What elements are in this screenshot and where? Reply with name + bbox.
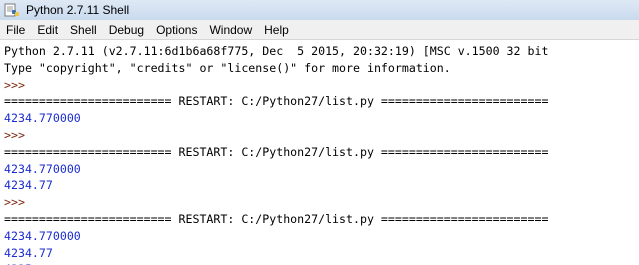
console-line-restart: ======================== RESTART: C:/Pyt…: [4, 144, 549, 159]
console-line-output: 4234.770000: [4, 161, 81, 176]
idle-shell-window: Python 2.7.11 Shell File Edit Shell Debu…: [0, 0, 639, 265]
menu-options[interactable]: Options: [150, 20, 203, 40]
console-line-output: 4235: [4, 261, 639, 265]
console-line-output: 4234.770000: [4, 228, 81, 243]
console-line-output: 4234.770000: [4, 111, 81, 126]
title-bar[interactable]: Python 2.7.11 Shell: [0, 0, 639, 20]
console-line-banner: Python 2.7.11 (v2.7.11:6d1b6a68f775, Dec…: [4, 44, 549, 58]
console-line-prompt: >>>: [4, 77, 25, 92]
menu-debug[interactable]: Debug: [103, 20, 150, 40]
console-line-prompt: >>>: [4, 195, 25, 210]
console-line-banner: Type "copyright", "credits" or "license(…: [4, 60, 451, 75]
menu-shell[interactable]: Shell: [64, 20, 103, 40]
console-line-restart: ======================== RESTART: C:/Pyt…: [4, 211, 549, 226]
shell-console[interactable]: Python 2.7.11 (v2.7.11:6d1b6a68f775, Dec…: [0, 40, 639, 265]
python-idle-icon: [4, 2, 20, 18]
menu-window[interactable]: Window: [203, 20, 258, 40]
console-line-prompt: >>>: [4, 127, 25, 142]
menu-bar: File Edit Shell Debug Options Window Hel…: [0, 20, 639, 40]
console-line-restart: ======================== RESTART: C:/Pyt…: [4, 94, 549, 109]
console-line-output: 4234.77: [4, 178, 53, 193]
menu-help[interactable]: Help: [258, 20, 295, 40]
menu-edit[interactable]: Edit: [31, 20, 64, 40]
window-title: Python 2.7.11 Shell: [26, 3, 130, 17]
menu-file[interactable]: File: [0, 20, 31, 40]
console-line-output: 4234.77: [4, 245, 53, 260]
